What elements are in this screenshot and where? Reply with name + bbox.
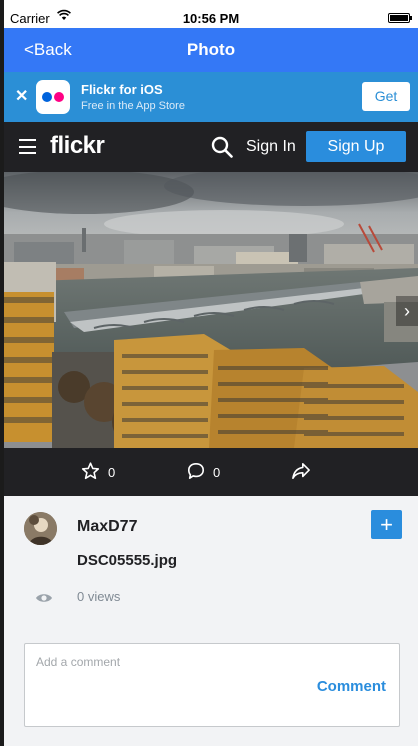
clock: 10:56 PM [182,11,240,26]
next-photo-arrow[interactable]: › [396,296,418,326]
sign-up-button[interactable]: Sign Up [306,131,406,162]
close-icon[interactable]: ✕ [15,86,28,106]
status-bar: Carrier 10:56 PM [4,8,418,28]
comment-count: 0 [213,465,221,480]
banner-subtitle: Free in the App Store [81,100,185,112]
star-icon[interactable] [81,462,100,483]
cityscape-photo [4,172,418,448]
main-photo[interactable]: › [4,172,418,448]
flickr-app-icon [36,80,70,114]
view-count: 0 views [77,589,121,604]
sign-in-link[interactable]: Sign In [246,138,296,156]
avatar[interactable] [24,512,57,545]
eye-icon [35,591,53,609]
username-link[interactable]: MaxD77 [77,518,137,536]
comment-placeholder[interactable]: Add a comment [36,655,120,669]
flickr-logo[interactable]: flickr [50,132,105,160]
get-app-button[interactable]: Get [362,82,410,111]
app-install-banner: ✕ Flickr for iOS Free in the App Store G… [4,72,418,122]
site-header: flickr Sign In Sign Up [4,122,418,172]
share-icon[interactable] [291,462,311,483]
photo-title: DSC05555.jpg [77,552,178,569]
page-title: Photo [186,40,236,59]
banner-app-name: Flickr for iOS [81,82,163,97]
search-icon[interactable] [211,136,233,158]
follow-plus-button[interactable]: + [371,510,402,539]
app-screen: Carrier 10:56 PM <Back Photo ✕ Flickr fo… [0,0,418,746]
photo-details: MaxD77 + DSC05555.jpg 0 views Add a comm… [4,496,418,746]
navigation-bar: <Back Photo [4,28,418,72]
battery-icon [388,13,412,23]
comment-input-box[interactable]: Add a comment Comment [24,643,400,727]
fave-count: 0 [108,465,116,480]
comment-submit-button[interactable]: Comment [317,678,386,695]
photo-actions-bar: 0 0 [4,448,418,496]
hamburger-menu-icon[interactable] [19,139,36,154]
top-strip [4,0,418,8]
comment-icon[interactable] [187,462,205,483]
